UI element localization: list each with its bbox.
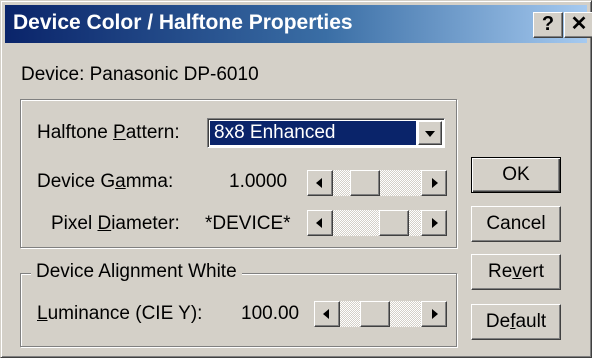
dropdown-arrow-button[interactable] — [418, 121, 442, 145]
halftone-pattern-dropdown[interactable]: 8x8 Enhanced — [207, 118, 445, 148]
title-bar[interactable]: Device Color / Halftone Properties ? ✕ — [5, 5, 592, 43]
scroll-left-button[interactable] — [307, 170, 333, 196]
revert-button[interactable]: Revert — [471, 254, 561, 290]
scroll-left-button[interactable] — [314, 301, 340, 327]
pixel-diameter-slider[interactable] — [307, 210, 447, 236]
chevron-down-icon — [425, 131, 435, 137]
slider-thumb[interactable] — [379, 210, 409, 236]
pixel-diameter-value: *DEVICE* — [205, 213, 291, 234]
arrow-left-icon — [316, 218, 322, 228]
halftone-pattern-value: 8x8 Enhanced — [210, 121, 416, 145]
device-label: Device: Panasonic DP-6010 — [21, 64, 259, 85]
dialog-window: Device Color / Halftone Properties ? ✕ D… — [0, 0, 592, 358]
scroll-right-button[interactable] — [421, 170, 447, 196]
arrow-right-icon — [432, 218, 438, 228]
luminance-value: 100.00 — [241, 303, 300, 324]
luminance-label: Luminance (CIE Y): — [37, 303, 203, 324]
luminance-slider[interactable] — [314, 301, 447, 327]
scroll-right-button[interactable] — [421, 210, 447, 236]
slider-thumb[interactable] — [350, 170, 380, 196]
device-gamma-value: 1.0000 — [229, 171, 288, 192]
arrow-left-icon — [323, 309, 329, 319]
close-button[interactable]: ✕ — [564, 12, 592, 38]
ok-button[interactable]: OK — [471, 157, 561, 193]
close-icon: ✕ — [570, 13, 588, 35]
arrow-left-icon — [316, 178, 322, 188]
pixel-diameter-label: Pixel Diameter: — [51, 213, 180, 234]
slider-thumb[interactable] — [360, 301, 390, 327]
default-button[interactable]: Default — [471, 304, 561, 340]
halftone-pattern-label: Halftone Pattern: — [37, 122, 180, 143]
alignment-white-title: Device Alignment White — [31, 261, 242, 283]
arrow-right-icon — [432, 178, 438, 188]
scroll-left-button[interactable] — [307, 210, 333, 236]
window-title: Device Color / Halftone Properties — [13, 11, 353, 34]
arrow-right-icon — [432, 309, 438, 319]
device-gamma-label: Device Gamma: — [37, 171, 174, 192]
help-button[interactable]: ? — [533, 12, 563, 38]
cancel-button[interactable]: Cancel — [471, 206, 561, 242]
help-icon: ? — [541, 13, 555, 35]
scroll-right-button[interactable] — [421, 301, 447, 327]
device-gamma-slider[interactable] — [307, 170, 447, 196]
